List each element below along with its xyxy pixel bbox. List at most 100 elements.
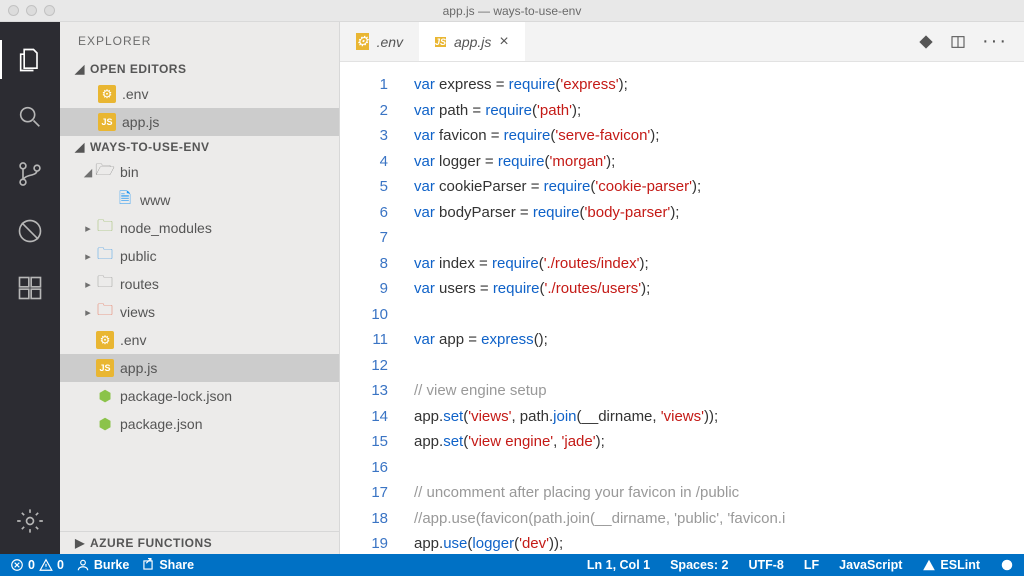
tree-file[interactable]: JSapp.js: [60, 354, 339, 382]
code-line: [414, 455, 1024, 481]
chevron-right-icon: ▸: [80, 250, 96, 263]
line-number: 15: [340, 429, 388, 455]
tree-file[interactable]: ⬢ package-lock.json: [60, 382, 339, 410]
code-line: var express = require('express');: [414, 72, 1024, 98]
activity-explorer[interactable]: [0, 32, 60, 87]
tree-item-label: .env: [120, 332, 146, 348]
tree-item-label: public: [120, 248, 157, 264]
folder-icon: 🗀: [96, 247, 114, 265]
tree-file[interactable]: 🗎www: [60, 186, 339, 214]
sidebar-title: EXPLORER: [60, 22, 339, 58]
tree-item-label: views: [120, 304, 155, 320]
code-line: [414, 302, 1024, 328]
section-label: WAYS-TO-USE-ENV: [90, 140, 210, 154]
code-line: var path = require('path');: [414, 98, 1024, 124]
error-count: 0: [28, 558, 35, 572]
status-eslint[interactable]: ESLint: [922, 558, 980, 572]
tree-file[interactable]: ⬢package.json: [60, 410, 339, 438]
smiley-icon: [1000, 558, 1014, 572]
tree-item-label: www: [140, 192, 170, 208]
status-encoding[interactable]: UTF-8: [748, 558, 783, 572]
code-line: // view engine setup: [414, 378, 1024, 404]
folder-icon: 🗀: [96, 219, 114, 237]
editor-tab[interactable]: JSapp.js×: [419, 22, 525, 61]
line-number: 17: [340, 480, 388, 506]
status-cursor-pos[interactable]: Ln 1, Col 1: [587, 558, 650, 572]
js-file-icon: JS: [98, 113, 116, 131]
line-number: 1: [340, 72, 388, 98]
tree-folder[interactable]: ◢🗁bin: [60, 158, 339, 186]
close-tab-icon[interactable]: ×: [499, 34, 508, 50]
section-workspace[interactable]: ◢ WAYS-TO-USE-ENV: [60, 136, 339, 158]
open-editor-item[interactable]: JSapp.js: [60, 108, 339, 136]
error-icon: [10, 558, 24, 572]
chevron-down-icon: ◢: [80, 166, 96, 179]
warning-icon: [39, 558, 53, 572]
status-feedback[interactable]: [1000, 558, 1014, 572]
tree-item-label: package-lock.json: [120, 388, 232, 404]
line-number: 6: [340, 200, 388, 226]
line-number: 19: [340, 531, 388, 554]
code-content[interactable]: var express = require('express');var pat…: [400, 62, 1024, 554]
section-label: OPEN EDITORS: [90, 62, 186, 76]
line-number: 13: [340, 378, 388, 404]
tree-folder[interactable]: ▸🗀 views: [60, 298, 339, 326]
code-line: app.set('views', path.join(__dirname, 'v…: [414, 404, 1024, 430]
activity-bar: [0, 22, 60, 554]
tree-item-label: node_modules: [120, 220, 212, 236]
activity-extensions[interactable]: [0, 260, 60, 315]
section-open-editors[interactable]: ◢ OPEN EDITORS: [60, 58, 339, 80]
js-file-icon: JS: [96, 359, 114, 377]
status-problems[interactable]: 0 0: [10, 558, 64, 572]
json-file-icon: ⬢: [96, 387, 114, 405]
folder-icon: 🗀: [96, 303, 114, 321]
files-icon: [16, 46, 44, 74]
tree-folder[interactable]: ▸🗀 public: [60, 242, 339, 270]
status-spaces[interactable]: Spaces: 2: [670, 558, 728, 572]
git-compare-icon[interactable]: [918, 34, 934, 50]
gear-icon: [16, 507, 44, 535]
activity-search[interactable]: [0, 89, 60, 144]
chevron-down-icon: ◢: [74, 62, 86, 76]
split-editor-icon[interactable]: [950, 34, 966, 50]
code-line: app.use(logger('dev'));: [414, 531, 1024, 554]
status-share[interactable]: Share: [141, 558, 194, 572]
status-eol[interactable]: LF: [804, 558, 819, 572]
code-line: //app.use(favicon(path.join(__dirname, '…: [414, 506, 1024, 532]
editor-tab[interactable]: ⚙.env: [340, 22, 419, 61]
status-bar: 0 0 Burke Share Ln 1, Col 1 Spaces: 2 UT…: [0, 554, 1024, 576]
window-title: app.js — ways-to-use-env: [443, 4, 582, 18]
more-actions-icon[interactable]: ···: [982, 30, 1008, 53]
code-line: var cookieParser = require('cookie-parse…: [414, 174, 1024, 200]
status-liveshare-user[interactable]: Burke: [76, 558, 129, 572]
code-line: app.set('view engine', 'jade');: [414, 429, 1024, 455]
line-number: 2: [340, 98, 388, 124]
line-number: 9: [340, 276, 388, 302]
tree-folder[interactable]: ▸🗀routes: [60, 270, 339, 298]
sidebar-explorer: EXPLORER ◢ OPEN EDITORS ⚙.envJSapp.js ◢ …: [60, 22, 340, 554]
code-editor[interactable]: 12345678910111213141516171819 var expres…: [340, 62, 1024, 554]
zoom-window-icon[interactable]: [44, 5, 55, 16]
status-language[interactable]: JavaScript: [839, 558, 902, 572]
activity-debug[interactable]: [0, 203, 60, 258]
env-file-icon: ⚙: [356, 33, 369, 50]
activity-settings[interactable]: [0, 493, 60, 548]
chevron-right-icon: ▸: [80, 278, 96, 291]
minimize-window-icon[interactable]: [26, 5, 37, 16]
folder-open-icon: 🗁: [96, 163, 114, 181]
section-azure-functions[interactable]: ▶ AZURE FUNCTIONS: [60, 531, 339, 554]
user-label: Burke: [94, 558, 129, 572]
window-controls[interactable]: [8, 5, 55, 16]
line-number: 14: [340, 404, 388, 430]
tree-file[interactable]: ⚙.env: [60, 326, 339, 354]
activity-scm[interactable]: [0, 146, 60, 201]
line-number: 11: [340, 327, 388, 353]
code-line: var app = express();: [414, 327, 1024, 353]
open-editor-item[interactable]: ⚙.env: [60, 80, 339, 108]
close-window-icon[interactable]: [8, 5, 19, 16]
tree-folder[interactable]: ▸🗀node_modules: [60, 214, 339, 242]
line-number-gutter: 12345678910111213141516171819: [340, 62, 400, 554]
person-icon: [76, 558, 90, 572]
code-line: [414, 225, 1024, 251]
chevron-right-icon: ▸: [80, 306, 96, 319]
